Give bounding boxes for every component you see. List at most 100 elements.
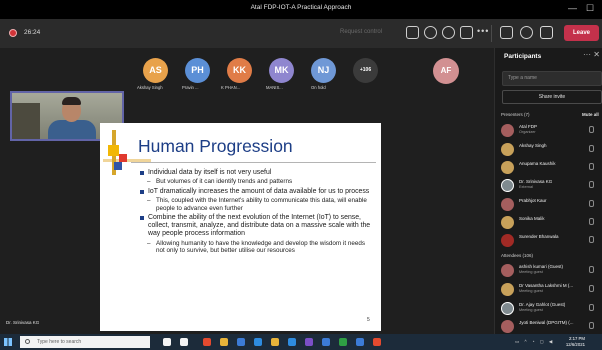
meeting-toolbar: 26:24 Request control ••• Leave [0, 19, 602, 48]
share-invite-button[interactable]: Share invite [502, 90, 602, 104]
maximize-button[interactable]: ☐ [586, 2, 594, 14]
participant-row[interactable]: Dr. Ajay Gahlot (Guest) Meeting guest [501, 300, 601, 316]
search-icon [25, 339, 30, 344]
avatar [501, 216, 514, 229]
mic-icon [589, 304, 594, 311]
overflow-participants[interactable]: +106 [353, 58, 378, 83]
bullet-text: Combine the ability of the next evolutio… [148, 213, 371, 238]
toolbar-divider [491, 25, 492, 42]
share-icon[interactable] [540, 26, 553, 39]
participant-row[interactable]: Dr. Srinivasa KG External [501, 177, 601, 193]
participant-avatar[interactable]: MK [269, 58, 294, 83]
mic-icon [589, 285, 594, 292]
mute-all-button[interactable]: Mute all [582, 112, 599, 117]
slide-decoration [119, 154, 127, 162]
participant-label: MANIS... [266, 85, 283, 90]
taskbar-app-icon[interactable] [271, 338, 279, 346]
windows-start-icon[interactable] [4, 338, 12, 346]
clock-date: 12/6/2021 [565, 341, 585, 347]
avatar [501, 320, 514, 333]
avatar [501, 264, 514, 277]
participant-row[interactable]: Prabhjot Kaur [501, 196, 601, 212]
mic-icon [589, 218, 594, 225]
panel-title: Participants [504, 53, 542, 60]
attendees-section-label[interactable]: Attendees (106) [501, 253, 533, 258]
taskbar-app-icon[interactable] [322, 338, 330, 346]
mic-icon [589, 163, 594, 170]
taskbar-app-icon[interactable] [339, 338, 347, 346]
taskbar-app-icon[interactable] [180, 338, 188, 346]
recording-icon [9, 29, 17, 37]
mic-icon[interactable] [520, 26, 533, 39]
taskbar-clock[interactable]: 2:17 PM 12/6/2021 [561, 336, 585, 347]
raise-hand-icon[interactable] [442, 26, 455, 39]
video-shadow [12, 103, 40, 139]
panel-more-icon[interactable]: ··· ✕ [583, 50, 600, 59]
participant-row[interactable]: Sonika Malik [501, 214, 601, 230]
participant-avatar[interactable]: NJ [311, 58, 336, 83]
taskbar-app-icon[interactable] [203, 338, 211, 346]
avatar [501, 143, 514, 156]
sub-bullet-text: But volumes of it can identify trends an… [156, 178, 293, 186]
slide-title-rule [131, 162, 376, 163]
bullet-marker [140, 171, 144, 175]
leave-button[interactable]: Leave [564, 25, 599, 41]
taskbar-app-icon[interactable] [356, 338, 364, 346]
view-icon[interactable] [460, 26, 473, 39]
mic-icon [589, 200, 594, 207]
bullet-text: Individual data by itself is not very us… [148, 169, 272, 176]
participant-avatar[interactable]: AS [143, 58, 168, 83]
participant-row[interactable]: ashish kumari (Guest) Meeting guest [501, 262, 601, 278]
participant-row[interactable]: Dr Vasantha Lakshmi M (... Meeting guest [501, 281, 601, 297]
minimize-button[interactable]: — [568, 2, 577, 14]
taskbar-app-icon[interactable] [237, 338, 245, 346]
presenters-section-label[interactable]: Presenters (7) [501, 112, 530, 117]
participant-row[interactable]: Jyoti Beniwal (DPGITM) (... [501, 318, 601, 334]
participant-row[interactable]: Surender Bhanwala [501, 232, 601, 248]
mic-icon [589, 126, 594, 133]
taskbar-search-input[interactable]: Type here to search [20, 336, 150, 348]
mic-icon [589, 236, 594, 243]
window-title: Atal FDP-IOT-A Practical Approach [250, 4, 352, 11]
mic-icon [589, 322, 594, 329]
system-tray[interactable]: ▭ ^ ◔ ◻ ◀ [515, 339, 554, 345]
large-participant-avatar[interactable]: AF [433, 58, 459, 84]
participant-row[interactable]: Atal FDP Organizer [501, 122, 601, 138]
mic-icon [589, 181, 594, 188]
taskbar-app-icon[interactable] [163, 338, 171, 346]
avatar [501, 302, 514, 315]
video-person-body [48, 120, 96, 139]
avatar [501, 161, 514, 174]
taskbar-app-icon[interactable] [220, 338, 228, 346]
participant-avatar[interactable]: KK [227, 58, 252, 83]
avatar [501, 124, 514, 137]
slide-decoration [114, 162, 122, 170]
slide-bullet: IoT dramatically increases the amount of… [140, 188, 374, 196]
slide-sub-bullet: – This, coupled with the Internet's abili… [147, 196, 367, 212]
taskbar-app-icon[interactable] [305, 338, 313, 346]
more-icon[interactable]: ••• [477, 26, 489, 36]
avatar [501, 198, 514, 211]
slide-body: Individual data by itself is not very us… [140, 169, 374, 257]
participant-search-input[interactable]: Type a name [502, 71, 602, 86]
presenter-name: Dr. Srinivasa KG [6, 320, 40, 325]
people-icon[interactable] [406, 26, 419, 39]
camera-icon[interactable] [500, 26, 513, 39]
taskbar-app-icon[interactable] [288, 338, 296, 346]
shared-slide: Human Progression Individual data by its… [100, 123, 381, 331]
taskbar-app-icon[interactable] [373, 338, 381, 346]
mic-icon [589, 266, 594, 273]
participant-row[interactable]: Anupama Kaushik [501, 159, 601, 175]
request-control-button[interactable]: Request control [340, 29, 382, 35]
bullet-marker [140, 189, 144, 194]
participant-label: K PHAN... [221, 85, 241, 90]
slide-bullet: Individual data by itself is not very us… [140, 169, 374, 177]
participant-label: Akshay Singh [137, 85, 163, 90]
taskbar-app-icon[interactable] [254, 338, 262, 346]
slide-sub-bullet: – But volumes of it can identify trends a… [147, 178, 293, 186]
participants-panel: Participants ··· ✕ Type a name Share inv… [494, 48, 602, 334]
video-person-hair [62, 97, 81, 105]
participant-avatar[interactable]: PH [185, 58, 210, 83]
participant-row[interactable]: Akshay Singh [501, 141, 601, 157]
chat-icon[interactable] [424, 26, 437, 39]
